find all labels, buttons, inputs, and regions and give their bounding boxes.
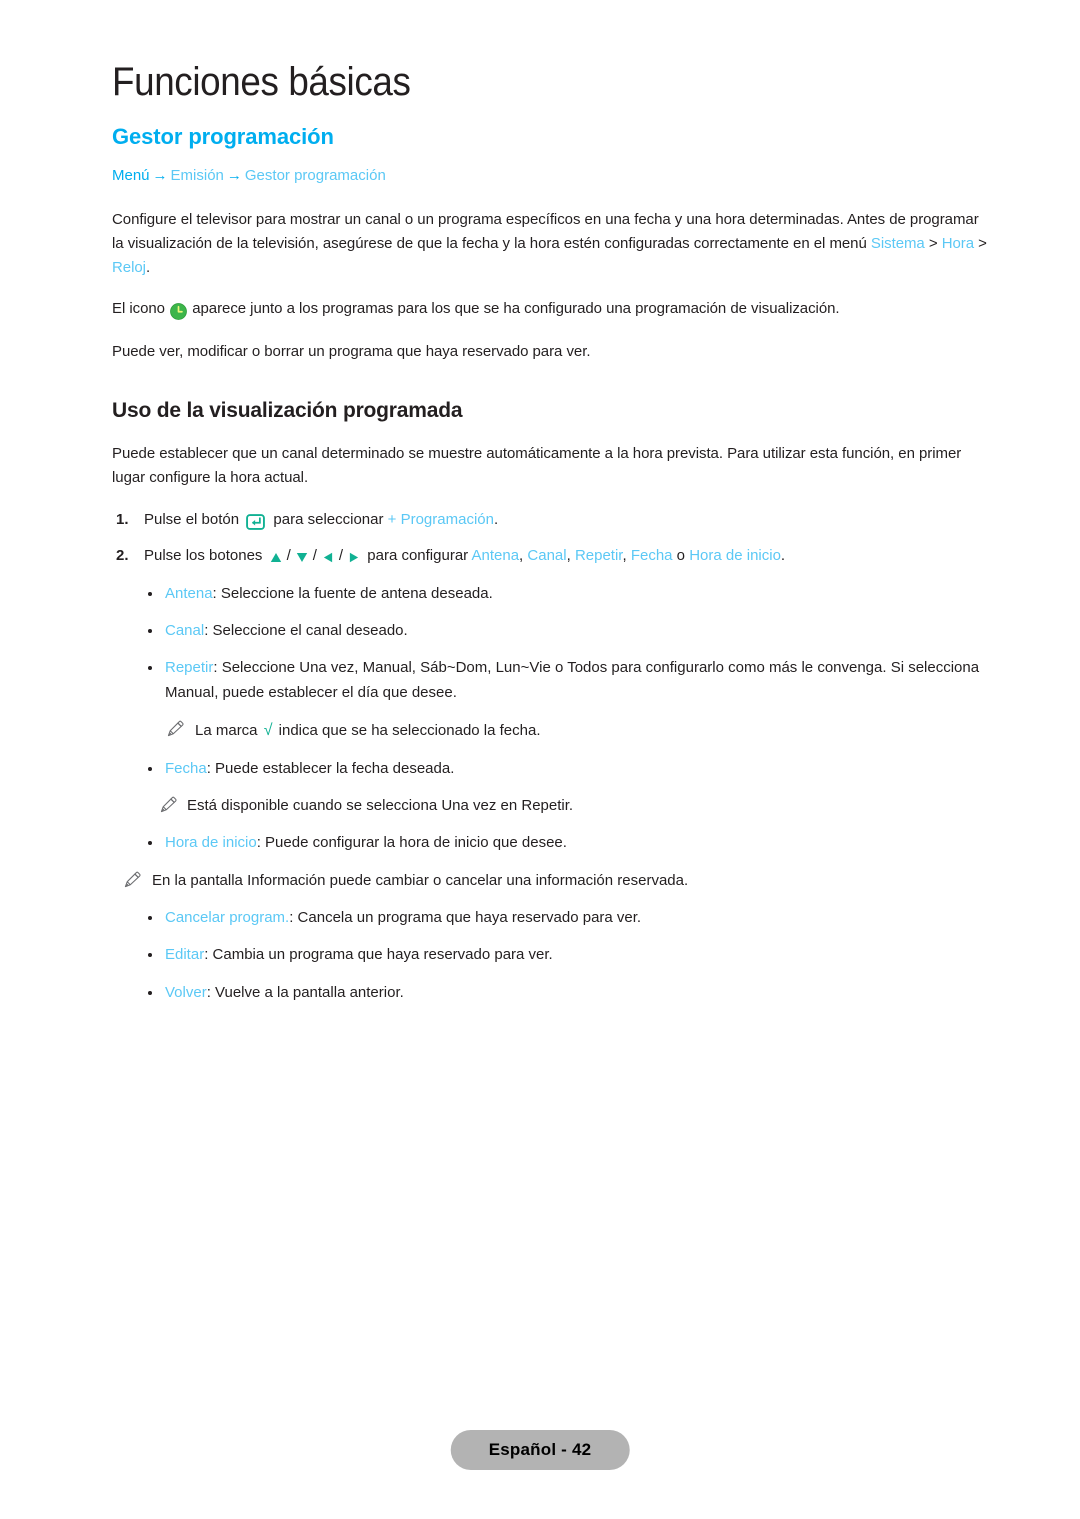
breadcrumb-item-emision: Emisión (170, 167, 224, 185)
step2-option-fecha: Fecha (630, 547, 673, 565)
separator-slash-2: / (312, 547, 317, 565)
breadcrumb-item-menu: Menú (112, 167, 150, 185)
intro-paragraph-2: El icono aparece junto a los programas p… (112, 297, 992, 324)
option-desc-canal: : Seleccione el canal deseado. (204, 622, 408, 640)
arrow-left-icon (320, 547, 336, 571)
step2-conjunction: o (672, 547, 690, 565)
step2-comma-3: , (622, 547, 631, 565)
note-text-before: La marca (195, 721, 262, 739)
pencil-note-icon (167, 720, 185, 738)
option-term-cancelar-program: Cancelar program. (165, 909, 290, 927)
option-desc-hora-inicio: : Puede configurar la hora de inicio que… (256, 834, 567, 852)
checkmark-symbol: √ (263, 721, 273, 739)
clock-icon (170, 300, 187, 324)
list-item: Repetir: Seleccione Una vez, Manual, Sáb… (112, 656, 992, 705)
note-text-after: indica que se ha seleccionado la fecha. (274, 721, 541, 739)
step2-option-canal: Canal (527, 547, 567, 565)
arrow-up-icon (268, 547, 284, 571)
list-item: Fecha: Puede establecer la fecha deseada… (112, 757, 992, 781)
option-term-antena: Antena (165, 584, 213, 602)
option-term-canal: Canal (165, 622, 205, 640)
step1-text-before: Pulse el botón (144, 511, 244, 529)
list-item: Volver: Vuelve a la pantalla anterior. (112, 981, 992, 1005)
document-page: Funciones básicas Gestor programación Me… (0, 0, 1080, 1519)
breadcrumb-arrow-1: → (152, 167, 168, 185)
steps-list: 1. Pulse el botón para seleccionar + Prog… (112, 508, 992, 572)
usage-intro-paragraph: Puede establecer que un canal determinad… (112, 444, 962, 486)
separator-slash-1: / (286, 547, 291, 565)
option-desc-cancelar-program: : Cancela un programa que haya reservado… (289, 909, 642, 927)
step2-option-repetir: Repetir (574, 547, 623, 565)
menu-sep-1: > (924, 235, 942, 253)
arrow-right-icon (346, 547, 362, 571)
option-term-repetir: Repetir (165, 659, 214, 677)
breadcrumb-item-gestor: Gestor programación (244, 167, 386, 185)
intro-paragraph-1: Configure el televisor para mostrar un c… (112, 208, 992, 281)
pencil-note-icon (124, 871, 142, 889)
enter-button-icon (244, 511, 268, 535)
step-item-1: 1. Pulse el botón para seleccionar + Prog… (112, 508, 992, 535)
note-text: Está disponible cuando se selecciona Una… (187, 797, 574, 815)
breadcrumb-arrow-2: → (226, 167, 242, 185)
menu-path-reloj: Reloj (112, 259, 146, 277)
step2-option-hora-inicio: Hora de inicio (689, 547, 781, 565)
step2-comma-2: , (566, 547, 575, 565)
step-item-2: 2. Pulse los botones / / / para configurar … (112, 544, 992, 571)
step2-text-middle: para configurar (363, 547, 472, 565)
options-list: Antena: Seleccione la fuente de antena d… (112, 582, 992, 1005)
menu-path-sistema: Sistema (870, 235, 925, 253)
step2-option-antena: Antena (471, 547, 520, 565)
option-term-editar: Editar (165, 946, 205, 964)
intro-period-1: . (145, 259, 151, 277)
option-term-hora-inicio: Hora de inicio (165, 834, 257, 852)
option-term-volver: Volver (165, 983, 207, 1001)
option-desc-fecha: : Puede establecer la fecha deseada. (206, 759, 455, 777)
intro-paragraph-3: Puede ver, modificar o borrar un program… (112, 343, 591, 361)
section-heading: Gestor programación (112, 124, 334, 149)
menu-sep-2: > (974, 235, 987, 253)
page-content: Funciones básicas Gestor programación Me… (112, 60, 992, 1018)
menu-path-hora: Hora (941, 235, 974, 253)
arrow-down-icon (294, 547, 310, 571)
page-footer-badge: Español - 42 (450, 1430, 630, 1470)
step2-text-before: Pulse los botones (144, 547, 267, 565)
step2-text-after: . (780, 547, 786, 565)
list-item: Cancelar program.: Cancela un programa q… (112, 906, 992, 930)
step1-link-programacion: + Programación (387, 511, 494, 529)
note-fecha-availability: Está disponible cuando se selecciona Una… (112, 794, 992, 818)
separator-slash-3: / (338, 547, 344, 565)
intro-text-1: Configure el televisor para mostrar un c… (112, 210, 979, 253)
step-number-1: 1. (116, 511, 129, 529)
option-term-fecha: Fecha (165, 759, 207, 777)
intro-text-2b: aparece junto a los programas para los q… (188, 299, 840, 317)
note-info-screen: En la pantalla Información puede cambiar… (112, 869, 992, 893)
list-item: Canal: Seleccione el canal deseado. (112, 619, 992, 643)
pencil-note-icon (160, 796, 178, 814)
option-desc-repetir: : Seleccione Una vez, Manual, Sáb~Dom, L… (165, 659, 980, 701)
option-desc-antena: : Seleccione la fuente de antena deseada… (212, 584, 493, 602)
note-repeat-checkmark: La marca √ indica que se ha seleccionado… (112, 718, 992, 744)
step-number-2: 2. (116, 547, 129, 565)
list-item: Hora de inicio: Puede configurar la hora… (112, 831, 992, 855)
list-item: Editar: Cambia un programa que haya rese… (112, 943, 992, 967)
breadcrumb: Menú → Emisión → Gestor programación (112, 166, 992, 186)
note-text: En la pantalla Información puede cambiar… (152, 871, 689, 889)
chapter-title: Funciones básicas (112, 60, 411, 104)
subsection-heading: Uso de la visualización programada (112, 399, 463, 423)
option-desc-editar: : Cambia un programa que haya reservado … (204, 946, 553, 964)
option-desc-volver: : Vuelve a la pantalla anterior. (206, 983, 404, 1001)
step1-text-after: . (493, 511, 499, 529)
intro-text-2a: El icono (112, 299, 170, 317)
list-item: Antena: Seleccione la fuente de antena d… (112, 582, 992, 606)
step1-text-middle: para seleccionar (269, 511, 388, 529)
